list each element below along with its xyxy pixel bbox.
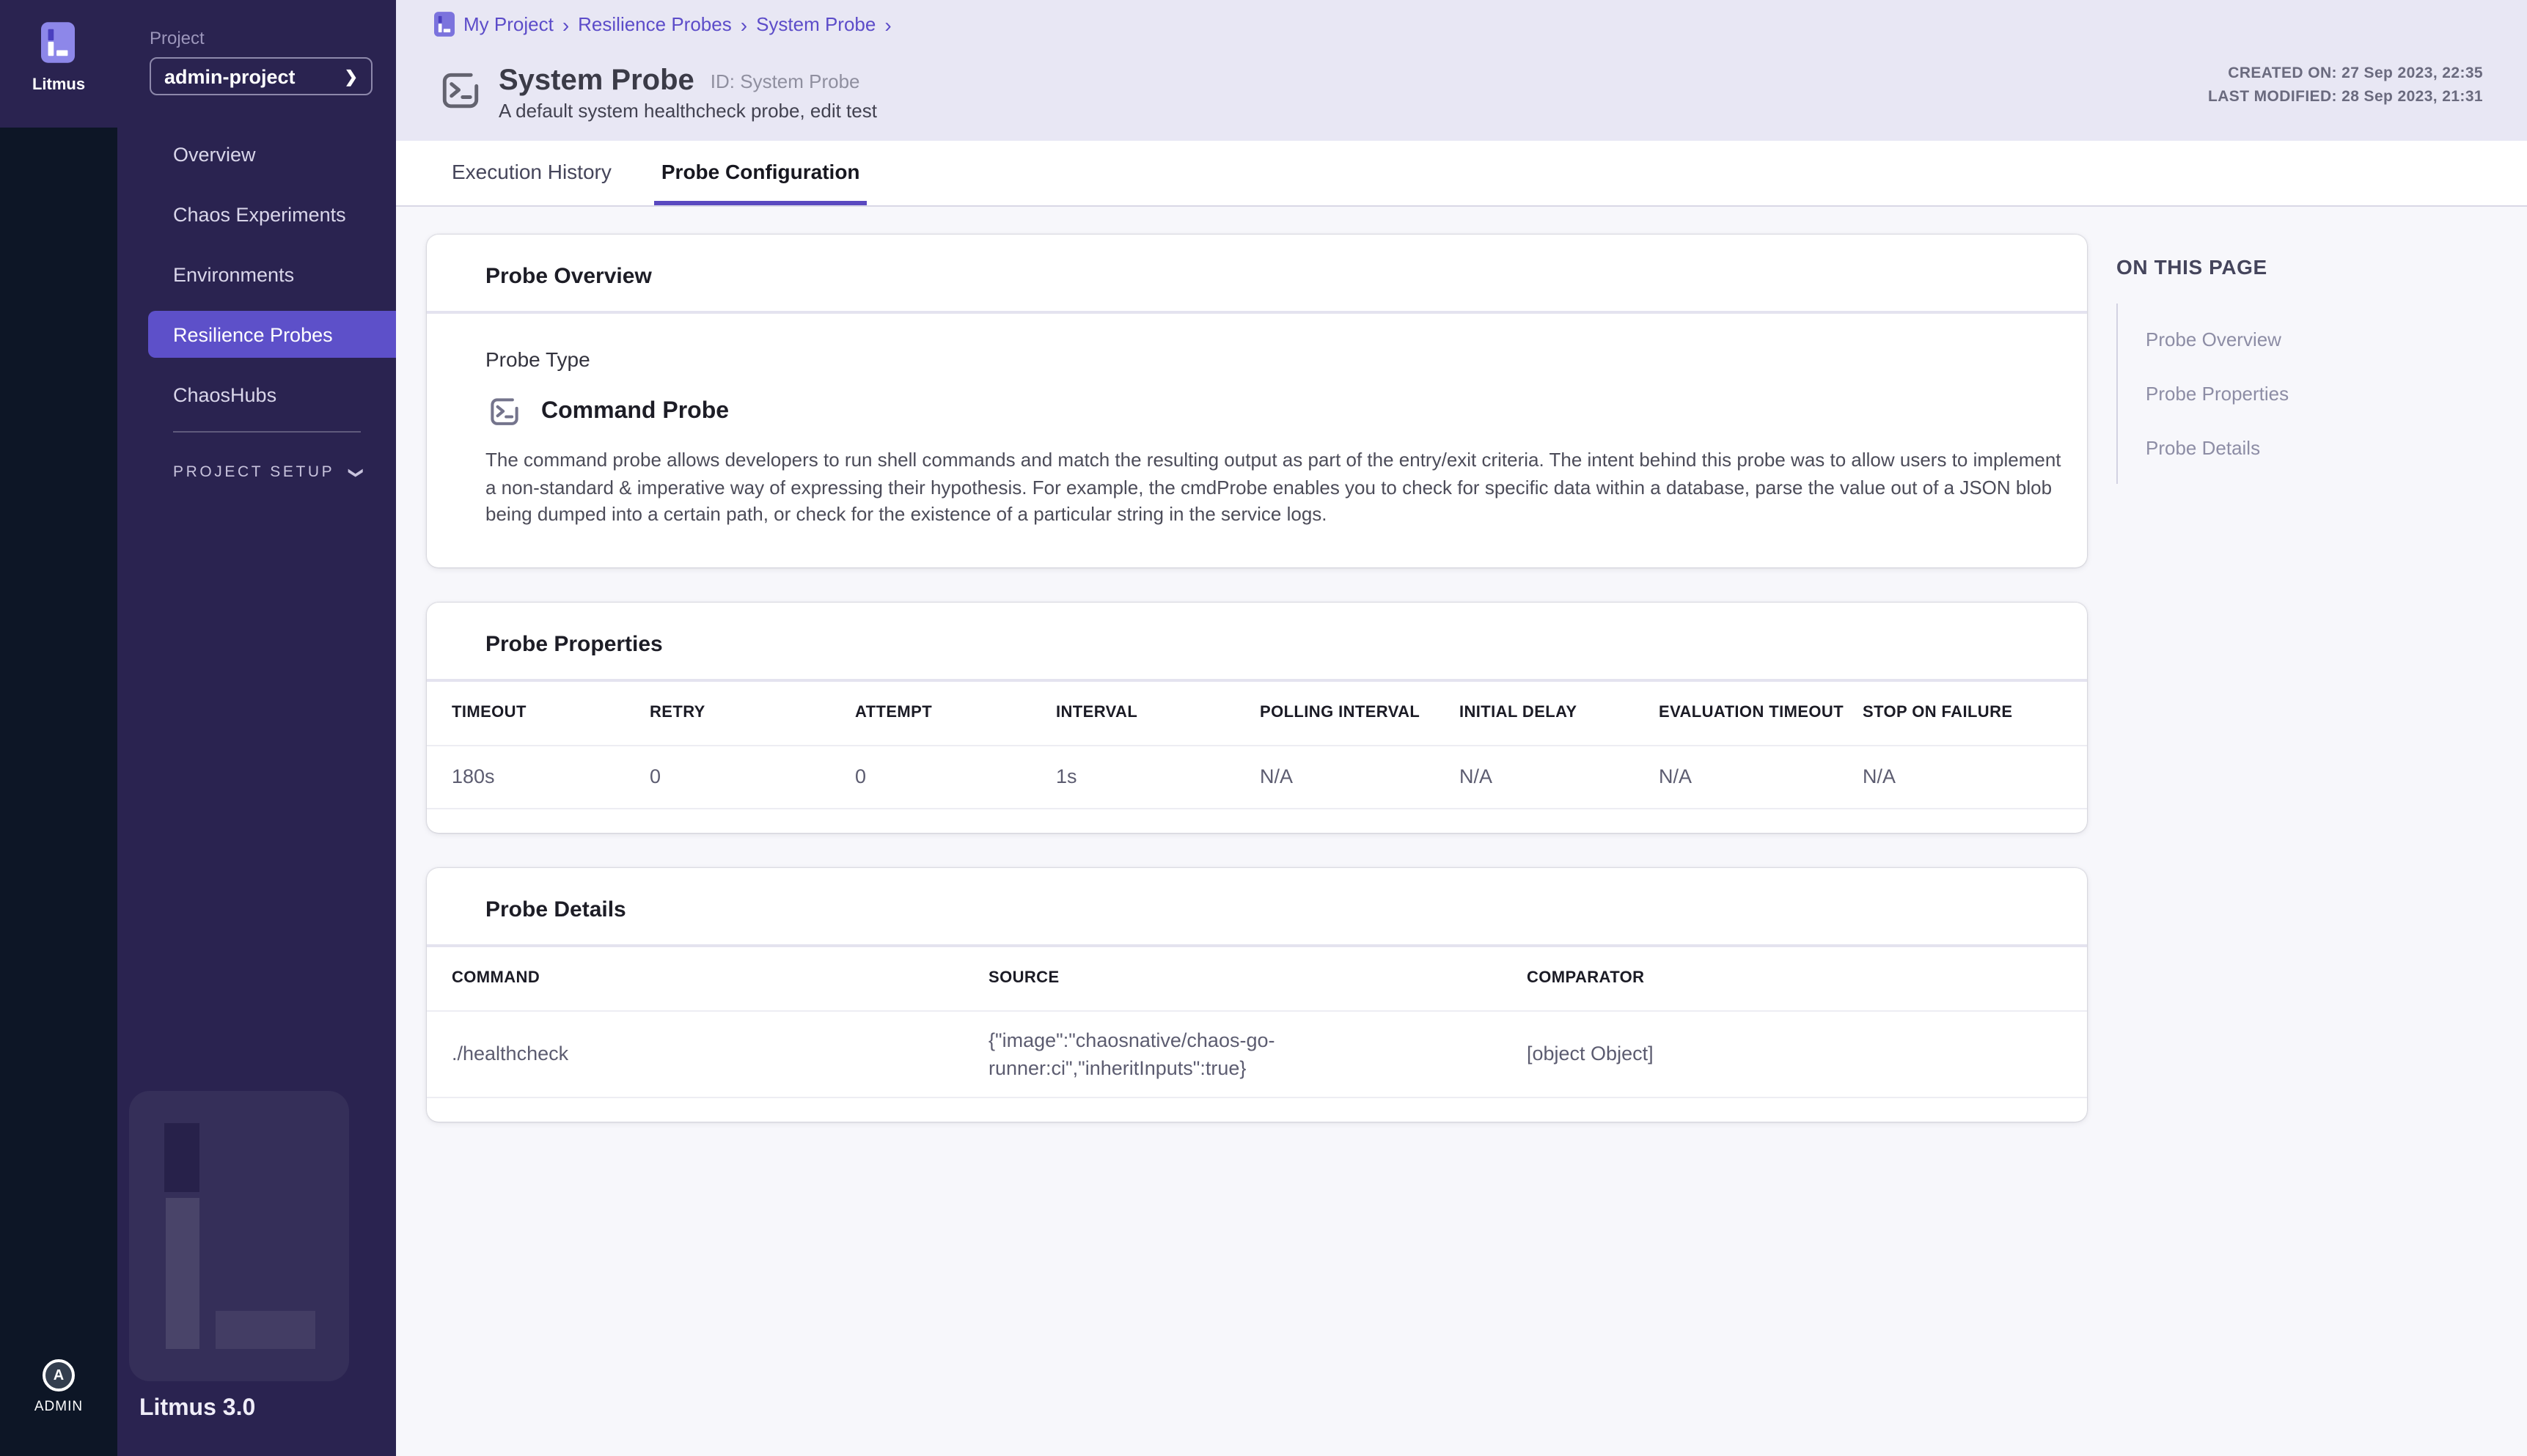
value-interval: 1s — [1056, 751, 1260, 802]
tab-probe-configuration[interactable]: Probe Configuration — [654, 141, 868, 205]
sidebar-divider — [173, 431, 361, 433]
command-probe-icon — [485, 393, 524, 431]
timestamps: CREATED ON: 27 Sep 2023, 22:35 LAST MODI… — [2208, 62, 2483, 109]
avatar-label: ADMIN — [0, 1399, 117, 1415]
left-rail: Litmus A ADMIN — [0, 0, 117, 1456]
value-initial-delay: N/A — [1459, 751, 1659, 802]
value-timeout: 180s — [452, 751, 650, 802]
sidebar: Project admin-project ❯ Overview Chaos E… — [117, 0, 396, 1456]
col-source: SOURCE — [989, 969, 1527, 987]
value-command: ./healthcheck — [452, 1028, 989, 1079]
sidebar-item-resilience-probes[interactable]: Resilience Probes — [148, 311, 396, 358]
probe-properties-card: Probe Properties TIMEOUT RETRY ATTEMPT I… — [427, 602, 2087, 832]
breadcrumb: My Project › Resilience Probes › System … — [434, 12, 892, 37]
onpage-link-probe-properties[interactable]: Probe Properties — [2118, 367, 2468, 421]
value-source: {"image":"chaosnative/chaos-go-runner:ci… — [989, 1011, 1329, 1096]
value-evaluation-timeout: N/A — [1659, 751, 1863, 802]
brand-name: Litmus — [0, 76, 117, 94]
sidebar-item-overview[interactable]: Overview — [148, 130, 396, 177]
col-command: COMMAND — [452, 969, 989, 987]
content: Probe Overview Probe Type Command Probe … — [396, 207, 2527, 1121]
probe-id: ID: System Probe — [711, 70, 860, 92]
breadcrumb-litmus-icon — [434, 12, 455, 37]
litmus-watermark — [129, 1091, 349, 1381]
app-version: Litmus 3.0 — [139, 1396, 255, 1422]
on-this-page-list: Probe Overview Probe Properties Probe De… — [2116, 304, 2468, 484]
project-label: Project — [150, 28, 205, 48]
col-initial-delay: INITIAL DELAY — [1459, 704, 1659, 721]
value-retry: 0 — [650, 751, 855, 802]
probe-properties-heading: Probe Properties — [427, 602, 2087, 681]
project-setup-label: PROJECT SETUP — [173, 463, 334, 481]
breadcrumb-system-probe[interactable]: System Probe — [756, 13, 876, 35]
tabbar: Execution History Probe Configuration — [396, 141, 2527, 207]
probe-details-card: Probe Details COMMAND SOURCE COMPARATOR … — [427, 867, 2087, 1121]
breadcrumb-separator: › — [562, 12, 569, 36]
value-stop-on-failure: N/A — [1863, 751, 2087, 802]
col-timeout: TIMEOUT — [452, 704, 650, 721]
col-stop-on-failure: STOP ON FAILURE — [1863, 704, 2087, 721]
probe-details-heading: Probe Details — [427, 867, 2087, 946]
value-comparator: [object Object] — [1527, 1028, 2087, 1079]
sidebar-item-chaoshubs[interactable]: ChaosHubs — [148, 371, 396, 418]
on-this-page-nav: ON THIS PAGE Probe Overview Probe Proper… — [2116, 255, 2468, 484]
breadcrumb-separator: › — [741, 12, 747, 36]
chevron-down-icon: ❯ — [347, 466, 363, 479]
col-interval: INTERVAL — [1056, 704, 1260, 721]
breadcrumb-my-project[interactable]: My Project — [463, 13, 554, 35]
onpage-link-probe-details[interactable]: Probe Details — [2118, 421, 2468, 475]
terminal-probe-icon — [436, 66, 485, 123]
probe-type-value: Command Probe — [541, 399, 729, 425]
col-retry: RETRY — [650, 704, 855, 721]
project-setup-toggle[interactable]: PROJECT SETUP ❯ — [173, 457, 361, 487]
main-area: My Project › Resilience Probes › System … — [396, 0, 2527, 1456]
properties-value-row: 180s 0 0 1s N/A N/A N/A N/A — [427, 746, 2087, 809]
page-title: System Probe — [499, 65, 694, 97]
breadcrumb-separator: › — [884, 12, 891, 36]
probe-subtitle: A default system healthcheck probe, edit… — [499, 100, 877, 122]
page-header: My Project › Resilience Probes › System … — [396, 0, 2527, 141]
details-value-row: ./healthcheck {"image":"chaosnative/chao… — [427, 1011, 2087, 1097]
value-polling-interval: N/A — [1260, 751, 1459, 802]
col-comparator: COMPARATOR — [1527, 969, 2087, 987]
probe-type-label: Probe Type — [485, 348, 2087, 371]
created-on: CREATED ON: 27 Sep 2023, 22:35 — [2208, 62, 2483, 85]
probe-overview-heading: Probe Overview — [427, 235, 2087, 314]
rail-brand-block: Litmus — [0, 0, 117, 128]
project-select-value: admin-project — [164, 65, 345, 87]
details-header-row: COMMAND SOURCE COMPARATOR — [427, 946, 2087, 1011]
sidebar-menu: Overview Chaos Experiments Environments … — [117, 117, 396, 431]
probe-overview-card: Probe Overview Probe Type Command Probe … — [427, 235, 2087, 567]
last-modified: LAST MODIFIED: 28 Sep 2023, 21:31 — [2208, 85, 2483, 109]
litmus-logo-icon — [41, 22, 75, 70]
col-attempt: ATTEMPT — [855, 704, 1056, 721]
avatar[interactable]: A — [43, 1359, 75, 1391]
litmus-app: Litmus A ADMIN Project admin-project ❯ O… — [0, 0, 2527, 1456]
col-polling-interval: POLLING INTERVAL — [1260, 704, 1459, 721]
col-evaluation-timeout: EVALUATION TIMEOUT — [1659, 704, 1863, 721]
sidebar-item-chaos-experiments[interactable]: Chaos Experiments — [148, 191, 396, 238]
project-select[interactable]: admin-project ❯ — [150, 57, 373, 95]
probe-description: The command probe allows developers to r… — [485, 447, 2069, 567]
user-menu[interactable]: A ADMIN — [0, 1359, 117, 1415]
value-attempt: 0 — [855, 751, 1056, 802]
on-this-page-heading: ON THIS PAGE — [2116, 255, 2468, 279]
chevron-right-icon: ❯ — [345, 67, 358, 86]
probe-type-row: Command Probe — [485, 393, 2087, 431]
onpage-link-probe-overview[interactable]: Probe Overview — [2118, 312, 2468, 367]
tab-execution-history[interactable]: Execution History — [444, 141, 619, 205]
breadcrumb-resilience-probes[interactable]: Resilience Probes — [578, 13, 732, 35]
sidebar-item-environments[interactable]: Environments — [148, 251, 396, 298]
properties-header-row: TIMEOUT RETRY ATTEMPT INTERVAL POLLING I… — [427, 681, 2087, 746]
